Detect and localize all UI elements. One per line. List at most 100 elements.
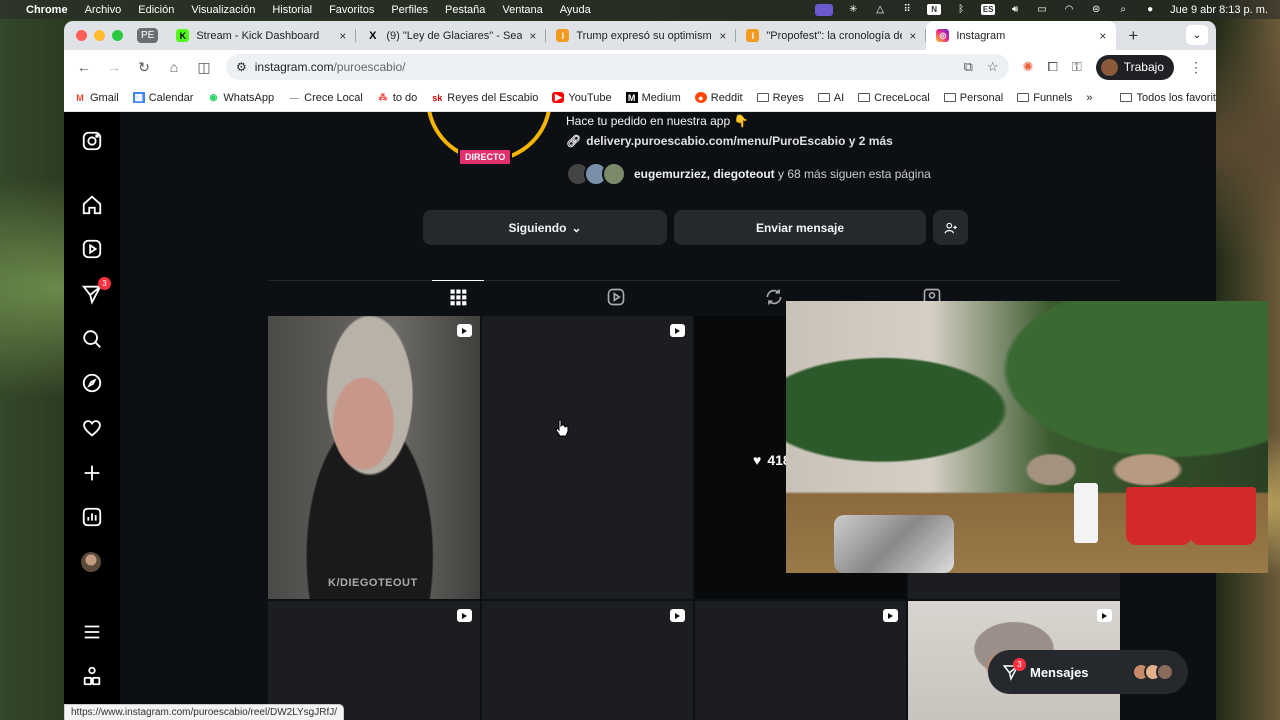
also-from-meta-icon[interactable] <box>81 665 103 687</box>
bookmarks-overflow-button[interactable]: » <box>1086 92 1092 104</box>
side-panel-icon[interactable]: ◫ <box>196 59 212 76</box>
spotlight-icon[interactable]: ⌕ <box>1116 4 1130 15</box>
profile-nav[interactable] <box>81 552 103 574</box>
grid-post[interactable] <box>482 316 693 599</box>
folder-icon <box>858 93 871 102</box>
menu-archivo[interactable]: Archivo <box>85 4 122 16</box>
site-info-icon[interactable]: ⚙ <box>236 60 247 74</box>
profile-link[interactable]: 🔗︎ delivery.puroescabio.com/menu/PuroEsc… <box>566 134 893 148</box>
extension-sparkle-icon[interactable]: ✺ <box>1023 59 1034 75</box>
close-window-button[interactable] <box>76 30 87 41</box>
sparkle-icon[interactable]: ✳ <box>846 4 860 15</box>
tab-news-propofest[interactable]: I "Propofest": la cronología de × <box>736 21 927 50</box>
menu-perfiles[interactable]: Perfiles <box>391 4 428 16</box>
minimize-window-button[interactable] <box>94 30 105 41</box>
tab-kick-dashboard[interactable]: K Stream - Kick Dashboard × <box>166 21 357 50</box>
address-bar[interactable]: ⚙ instagram.com/puroescabio/ ⧉ ☆ <box>226 54 1009 80</box>
bookmark-medium[interactable]: M Medium <box>625 92 681 104</box>
close-tab-icon[interactable]: × <box>339 29 346 43</box>
search-nav-icon[interactable] <box>81 328 103 350</box>
profile-button[interactable]: Trabajo <box>1095 54 1174 80</box>
bookmark-folder-crecelocal[interactable]: CreceLocal <box>858 92 930 104</box>
back-arrow-icon[interactable]: ← <box>76 59 92 75</box>
create-plus-icon[interactable] <box>81 462 103 484</box>
tab-posts-grid-icon[interactable] <box>448 287 468 307</box>
grid-icon[interactable]: ⠿ <box>900 4 914 15</box>
menu-favoritos[interactable]: Favoritos <box>329 4 374 16</box>
bookmark-gmail[interactable]: M Gmail <box>74 92 118 104</box>
bookmark-star-icon[interactable]: ☆ <box>987 59 999 75</box>
tab-reels-icon[interactable] <box>606 287 626 307</box>
home-nav-icon[interactable] <box>81 194 103 216</box>
send-message-button[interactable]: Enviar mensaje <box>674 210 926 245</box>
bookmark-youtube[interactable]: ▶ YouTube <box>552 92 612 104</box>
close-tab-icon[interactable]: × <box>1099 29 1106 43</box>
install-app-icon[interactable]: ⧉ <box>964 59 973 75</box>
passwords-key-icon[interactable]: ⚿ <box>1072 59 1082 75</box>
close-tab-icon[interactable]: × <box>909 29 916 43</box>
messages-nav-icon[interactable]: 3 <box>81 277 111 305</box>
tab-x-search[interactable]: X (9) "Ley de Glaciares" - Searc × <box>356 21 547 50</box>
menu-ventana[interactable]: Ventana <box>502 4 542 16</box>
new-tab-button[interactable]: + <box>1128 26 1138 46</box>
menu-ayuda[interactable]: Ayuda <box>560 4 591 16</box>
bookmark-reddit[interactable]: ● Reddit <box>694 92 743 104</box>
menu-edicion[interactable]: Edición <box>138 4 174 16</box>
menu-historial[interactable]: Historial <box>272 4 312 16</box>
zoom-window-button[interactable] <box>112 30 123 41</box>
messages-floating-button[interactable]: 3 Mensajes <box>988 650 1188 694</box>
bookmark-folder-ai[interactable]: AI <box>817 92 844 104</box>
volume-icon[interactable]: 🔊︎ <box>1008 4 1022 15</box>
input-source-icon[interactable]: ES <box>981 4 996 15</box>
tab-instagram[interactable]: ◎ Instagram × <box>926 21 1117 50</box>
bookmark-all-favorites[interactable]: Todos los favoritos <box>1120 92 1216 104</box>
wifi-icon[interactable]: ◠ <box>1062 4 1076 15</box>
tab-news-trump[interactable]: I Trump expresó su optimismo × <box>546 21 737 50</box>
close-tab-icon[interactable]: × <box>529 29 536 43</box>
chrome-menu-icon[interactable]: ⋮ <box>1188 59 1204 76</box>
bookmark-crece-local[interactable]: — Crece Local <box>288 92 363 104</box>
stream-camera-overlay <box>786 301 1268 573</box>
menu-pestana[interactable]: Pestaña <box>445 4 485 16</box>
n-app-icon[interactable]: N <box>927 4 942 15</box>
bookmark-folder-personal[interactable]: Personal <box>943 92 1003 104</box>
suggested-user-button[interactable] <box>933 210 968 245</box>
control-center-icon[interactable]: ⊜ <box>1089 4 1103 15</box>
tab-reposts-icon[interactable] <box>764 287 784 307</box>
tab-search-chevron-icon[interactable]: ⌄ <box>1186 25 1208 45</box>
screen-share-icon[interactable] <box>815 3 834 16</box>
bluetooth-icon[interactable]: ᛒ <box>954 4 968 15</box>
bookmark-folder-funnels[interactable]: Funnels <box>1017 92 1072 104</box>
grid-post[interactable]: K/DIEGOTEOUT <box>268 316 480 599</box>
menu-app-name[interactable]: Chrome <box>26 4 68 16</box>
siri-icon[interactable]: ● <box>1143 4 1157 15</box>
close-tab-icon[interactable]: × <box>719 29 726 43</box>
grid-post[interactable] <box>482 601 693 720</box>
reload-icon[interactable]: ↻ <box>136 59 152 76</box>
profile-bio: Hace tu pedido en nuestra app 👇 <box>566 114 749 128</box>
explore-compass-icon[interactable] <box>81 372 103 394</box>
reels-nav-icon[interactable] <box>81 238 103 260</box>
mutual-followers[interactable]: eugemurziez, diegoteout y 68 más siguen … <box>566 162 931 186</box>
bookmark-todo[interactable]: ⁂ to do <box>377 92 417 104</box>
bookmark-folder-reyes[interactable]: Reyes <box>756 92 804 104</box>
bookmark-calendar[interactable]: ▦ Calendar <box>132 92 193 104</box>
url-host: instagram.com <box>254 60 334 74</box>
battery-icon[interactable]: ▭ <box>1035 4 1049 15</box>
dashboard-chart-icon[interactable] <box>81 506 103 528</box>
triangle-icon[interactable]: △ <box>873 4 887 15</box>
extensions-puzzle-icon[interactable]: ⧠ <box>1047 59 1057 75</box>
menu-visualizacion[interactable]: Visualización <box>191 4 255 16</box>
forward-arrow-icon[interactable]: → <box>106 59 122 75</box>
menubar-clock[interactable]: Jue 9 abr 8:13 p. m. <box>1170 4 1268 16</box>
instagram-logo-icon[interactable] <box>81 130 103 152</box>
home-icon[interactable]: ⌂ <box>166 59 182 75</box>
bookmark-reyes-del-escabio[interactable]: sk Reyes del Escabio <box>431 92 538 104</box>
following-button[interactable]: Siguiendo ⌄ <box>423 210 667 245</box>
more-menu-icon[interactable] <box>81 621 103 643</box>
grid-post[interactable] <box>268 601 480 720</box>
tab-group-label[interactable]: PE <box>137 28 159 43</box>
notifications-heart-icon[interactable] <box>81 417 103 439</box>
bookmark-whatsapp[interactable]: ◉ WhatsApp <box>207 92 274 104</box>
grid-post[interactable] <box>695 601 906 720</box>
